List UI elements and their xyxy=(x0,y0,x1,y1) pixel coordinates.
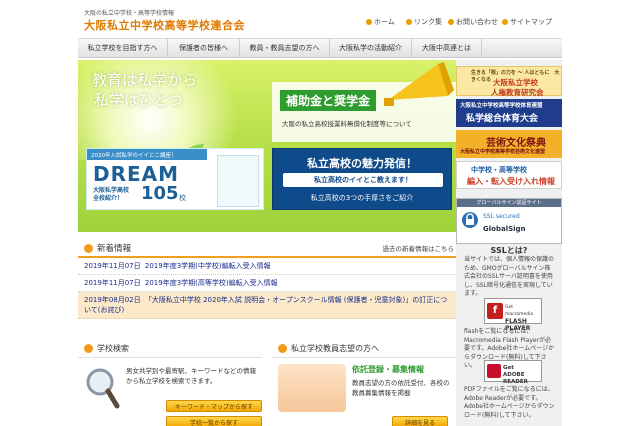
news-item[interactable]: 2019年08月02日 「大阪私立中学校 2020年入試 説明会・オープンスクー… xyxy=(78,292,456,319)
teacher-header: 私立学校教員志望の方へ xyxy=(272,340,456,358)
school-search-description: 男女共学別や最寄駅、キーワードなどの情報から私立学校を検索できます。 xyxy=(126,367,256,385)
school-search-section: 学校検索 男女共学別や最寄駅、キーワードなどの情報から私立学校を検索できます。 … xyxy=(78,340,262,426)
bullet-icon xyxy=(448,19,454,25)
news-archive-link[interactable]: 過去の新着情報はこちら xyxy=(383,243,455,253)
news-header: 新着情報 過去の新着情報はこちら xyxy=(78,240,456,258)
section-bullet-icon xyxy=(278,344,287,353)
megaphone-icon xyxy=(384,62,454,106)
search-by-list-button[interactable]: 学校一覧から探す xyxy=(166,416,262,426)
human-rights-banner[interactable]: 生きる「根」の力を ～ 人はともに 大きくなる 大阪私立学校 人権教育研究会 xyxy=(456,66,562,97)
registration-description: 教員志望の方の依託受付、各校の教員募集情報を掲載 xyxy=(352,379,450,397)
news-section: 新着情報 過去の新着情報はこちら 2019年11月07日 2019年度3学期(中… xyxy=(78,240,456,319)
appeal-caption: 私立高校の3つの手厚さをご紹介 xyxy=(310,194,414,202)
home-link[interactable]: ホーム xyxy=(366,17,395,27)
adobe-reader-icon xyxy=(487,364,501,378)
appeal-banner[interactable]: 私立高校の魅力発信！ 私立高校のイイとこ教えます！ 私立高校の3つの手厚さをご紹… xyxy=(272,148,452,210)
transfer-info-banner[interactable]: 中学校・高等学校 編入・転入受け入れ情報 xyxy=(456,161,562,189)
site-header: 大阪の私立中学校・高等学校情報 大阪私立中学校高等学校連合会 ホーム リンク集 … xyxy=(78,0,562,38)
bullet-icon xyxy=(502,19,508,25)
subsidy-title: 補助金と奨学金 xyxy=(280,90,377,111)
global-nav: 私立学校を目指す方へ 保護者の皆様へ 教員・教員志望の方へ 大阪私学の活動紹介 … xyxy=(78,38,562,58)
dream-banner[interactable]: 2020年入試私学のイイとこ講座！ DREAM 大阪私学高校 全校紹介！ 105… xyxy=(86,148,264,210)
nav-item-activities[interactable]: 大阪私学の活動紹介 xyxy=(330,39,412,57)
appeal-subtitle: 私立高校のイイとこ教えます！ xyxy=(283,173,443,187)
sitemap-link[interactable]: サイトマップ xyxy=(502,17,552,27)
globalsign-logo: GlobalSign xyxy=(483,225,526,233)
subsidy-text: 大阪の私立高校授業料無償化制度等について xyxy=(282,120,412,128)
brochure-cover-icon xyxy=(217,155,259,207)
news-item[interactable]: 2019年11月07日 2019年度3学期(中学校)編転入受入情報 xyxy=(78,258,456,275)
news-item[interactable]: 2019年11月07日 2019年度3学期(高等学校)編転入受入情報 xyxy=(78,275,456,292)
search-by-keyword-button[interactable]: キーワード・マップから探す xyxy=(166,400,262,412)
dream-count: 105 xyxy=(141,183,179,204)
nav-item-about[interactable]: 大阪中高連とは xyxy=(412,39,482,57)
contact-link[interactable]: お問い合わせ xyxy=(448,17,498,27)
details-button[interactable]: 詳細を見る xyxy=(392,416,448,426)
teacher-title: 私立学校教員志望の方へ xyxy=(291,344,379,353)
ssl-seal[interactable]: グローバルサイン認証サイト SSL secured GlobalSign xyxy=(456,198,562,244)
nav-item-teachers[interactable]: 教員・教員志望の方へ xyxy=(240,39,330,57)
arts-festival-banner[interactable]: 芸術文化祭典 大阪私立中学校高等学校芸術文化連盟 xyxy=(456,130,562,158)
ssl-question[interactable]: SSLとは? xyxy=(456,245,562,256)
ssl-description: 当サイトでは、個人情報の保護のため、GMOグローバルサイン株式会社のSSLサーバ… xyxy=(464,256,555,297)
lock-icon xyxy=(462,212,478,228)
section-bullet-icon xyxy=(84,344,93,353)
pdf-description: PDFファイルをご覧になるには、Adobe Readerが必要です。Adobe社… xyxy=(464,386,555,419)
bullet-icon xyxy=(366,19,372,25)
get-flash-player-badge[interactable]: f Get macromedia FLASH PLAYER xyxy=(484,298,542,332)
magnifier-icon xyxy=(86,368,120,409)
hero-tagline: 教育は私学から 私学はひとつ xyxy=(92,71,198,109)
sports-banner[interactable]: 大阪私立中学校高等学校体育連盟 私学総合体育大会 xyxy=(456,99,562,127)
ssl-seal-header: グローバルサイン認証サイト xyxy=(457,199,561,207)
section-bullet-icon xyxy=(84,243,93,253)
news-title: 新着情報 xyxy=(97,244,132,254)
registration-title[interactable]: 依託登録・募集情報 xyxy=(352,364,424,375)
links-link[interactable]: リンク集 xyxy=(406,17,442,27)
bullet-icon xyxy=(406,19,412,25)
school-search-title: 学校検索 xyxy=(97,344,129,353)
appeal-title: 私立高校の魅力発信！ xyxy=(307,157,417,170)
teacher-section: 私立学校教員志望の方へ 依託登録・募集情報 教員志望の方の依託受付、各校の教員募… xyxy=(272,340,456,426)
site-title[interactable]: 大阪私立中学校高等学校連合会 xyxy=(84,17,245,33)
dream-label: 大阪私学高校 全校紹介！ xyxy=(93,187,130,202)
sidebar: 生きる「根」の力を ～ 人はともに 大きくなる 大阪私立学校 人権教育研究会 大… xyxy=(456,60,562,426)
nav-item-prospective[interactable]: 私立学校を目指す方へ xyxy=(78,39,168,57)
hero-banner: 教育は私学から 私学はひとつ 補助金と奨学金 大阪の私立高校授業料無償化制度等に… xyxy=(78,60,456,232)
page: 大阪の私立中学校・高等学校情報 大阪私立中学校高等学校連合会 ホーム リンク集 … xyxy=(78,0,562,426)
nav-item-parents[interactable]: 保護者の皆様へ xyxy=(168,39,240,57)
flash-icon: f xyxy=(487,303,503,319)
dream-unit: 校 xyxy=(179,194,186,202)
hand-photo xyxy=(278,364,346,412)
school-search-header: 学校検索 xyxy=(78,340,262,358)
ssl-secured-text: SSL secured xyxy=(483,213,520,220)
get-adobe-reader-badge[interactable]: Get ADOBE READER xyxy=(484,360,542,385)
site-subtitle: 大阪の私立中学校・高等学校情報 xyxy=(84,10,175,17)
dream-banner-top: 2020年入試私学のイイとこ講座！ xyxy=(87,149,207,160)
